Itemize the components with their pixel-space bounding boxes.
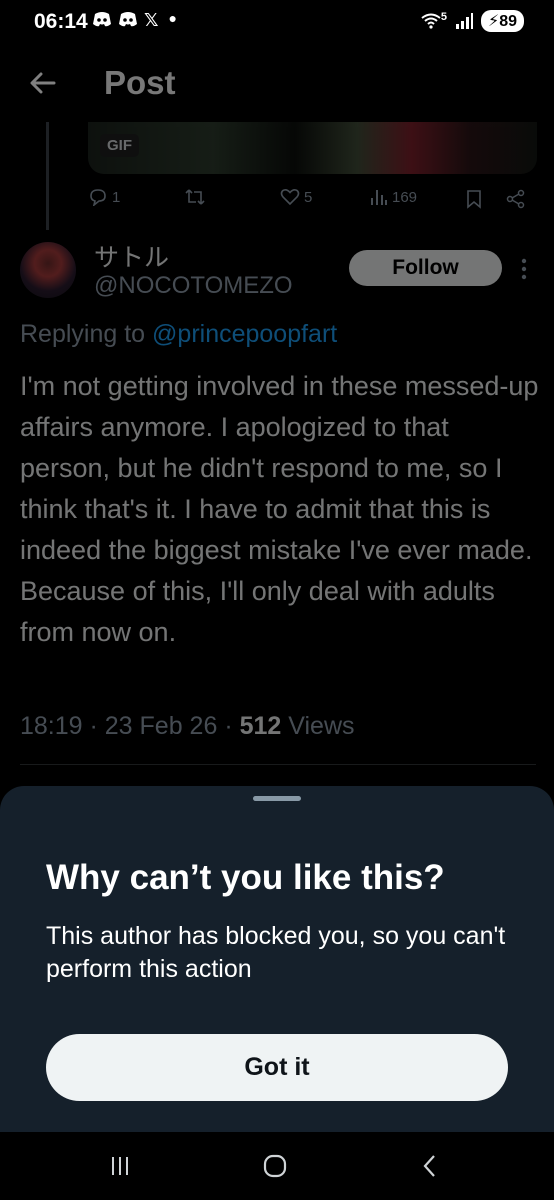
post-date: 23 Feb 26 (104, 712, 218, 740)
got-it-button[interactable]: Got it (46, 1034, 508, 1101)
battery-indicator: ⚡89 (480, 10, 524, 32)
heart-icon (280, 189, 300, 206)
views-count: 169 (392, 188, 418, 206)
reply-count: 1 (112, 188, 121, 206)
system-nav-bar (0, 1132, 554, 1200)
views-action[interactable]: 169 (370, 188, 417, 206)
x-icon: 𝕏 (144, 10, 159, 30)
mention-link[interactable]: @princepoopfart (152, 320, 337, 348)
back-arrow-icon[interactable] (28, 68, 58, 98)
sheet-message: This author has blocked you, so you can'… (46, 922, 506, 983)
gif-badge: GIF (100, 134, 139, 157)
recent-apps-button[interactable] (100, 1148, 140, 1184)
replying-prefix: Replying to (20, 320, 153, 348)
recent-apps-icon (112, 1157, 128, 1175)
more-options-icon[interactable] (518, 256, 530, 282)
like-action[interactable]: 5 (280, 188, 312, 206)
post-time: 18:19 (20, 712, 83, 740)
bookmark-icon[interactable] (466, 189, 482, 209)
dot-icon: ● (168, 10, 177, 26)
avatar[interactable] (20, 242, 76, 298)
analytics-icon (371, 190, 387, 205)
divider (20, 764, 536, 765)
share-icon[interactable] (506, 189, 526, 209)
signal-icon (455, 13, 473, 29)
wifi-icon (421, 13, 441, 29)
replying-to: Replying to @princepoopfart (20, 320, 337, 349)
views-label: Views (288, 712, 355, 740)
sheet-drag-handle[interactable] (253, 796, 301, 801)
notification-icons: 𝕏 ● (92, 10, 177, 31)
nav-back-icon (423, 1155, 435, 1177)
follow-button[interactable]: Follow (349, 250, 502, 286)
reply-icon (90, 189, 106, 206)
status-time: 06:14 (34, 10, 88, 33)
reply-action[interactable]: 1 (88, 188, 120, 206)
back-button[interactable] (410, 1148, 450, 1184)
status-bar: 06:14 𝕏 ● 5 ⚡89 (0, 0, 554, 46)
home-button[interactable] (255, 1148, 295, 1184)
bottom-sheet: Why can’t you like this? This author has… (0, 786, 554, 1132)
gif-media[interactable]: GIF (88, 122, 537, 174)
app-header: Post (0, 50, 554, 122)
page-title: Post (104, 64, 176, 101)
display-name[interactable]: サトル (94, 238, 169, 274)
user-handle[interactable]: @NOCOTOMEZO (94, 272, 293, 300)
discord-icon (119, 12, 137, 27)
views-count: 512 (239, 712, 282, 740)
like-count: 5 (304, 188, 313, 206)
post-actions: 1 5 169 (88, 188, 528, 216)
network-type-label: 5 (440, 11, 447, 23)
system-indicators: 5 ⚡89 (421, 10, 524, 32)
retweet-action[interactable] (184, 188, 210, 206)
meta-separator: · (217, 712, 240, 740)
meta-separator: · (82, 712, 105, 740)
sheet-title: Why can’t you like this? (46, 858, 445, 897)
post-text: I'm not getting involved in these messed… (20, 371, 539, 647)
home-icon (263, 1154, 287, 1178)
discord-icon (93, 12, 111, 27)
post-meta: 18:19 · 23 Feb 26 · 512 Views (20, 712, 355, 741)
battery-level: 89 (499, 13, 517, 30)
retweet-icon (185, 189, 205, 205)
thread-connector (46, 122, 49, 230)
